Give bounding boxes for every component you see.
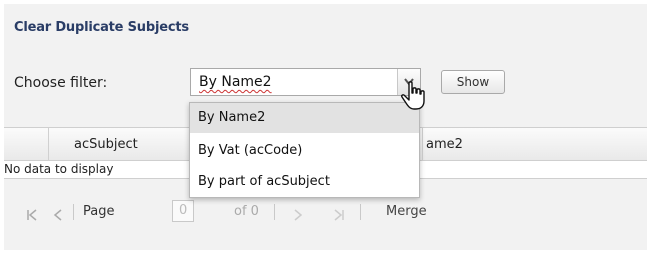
next-page-icon[interactable]: [293, 206, 303, 225]
prev-page-icon[interactable]: [53, 206, 63, 225]
filter-combobox-value: By Name2: [199, 74, 272, 90]
column-header-name2[interactable]: ame2: [426, 137, 463, 152]
panel-title: Clear Duplicate Subjects: [14, 20, 189, 35]
merge-button[interactable]: Merge: [386, 204, 427, 219]
filter-combobox[interactable]: By Name2: [190, 68, 421, 96]
page-number-input[interactable]: 0: [172, 200, 194, 222]
pager-separator: [73, 204, 74, 220]
filter-option-by-part-of-acsubject[interactable]: By part of acSubject: [190, 167, 419, 197]
page-label: Page: [83, 204, 115, 219]
pager-separator: [360, 204, 361, 220]
filter-label: Choose filter:: [14, 75, 108, 91]
column-separator: [422, 128, 423, 161]
show-button[interactable]: Show: [441, 70, 505, 94]
filter-option-by-name2[interactable]: By Name2: [190, 103, 419, 133]
hand-pointer-icon: [400, 80, 430, 112]
filter-option-by-vat[interactable]: By Vat (acCode): [190, 136, 419, 166]
empty-grid-message: No data to display: [4, 162, 114, 176]
grid-pager: Page 0 of 0 Merge: [4, 197, 647, 227]
first-page-icon[interactable]: [26, 206, 38, 225]
column-separator: [48, 128, 49, 161]
page-count-label: of 0: [234, 204, 259, 219]
last-page-icon[interactable]: [333, 206, 345, 225]
pager-separator: [274, 204, 275, 220]
filter-dropdown-list: By Name2 By Vat (acCode) By part of acSu…: [189, 102, 420, 198]
column-header-acsubject[interactable]: acSubject: [74, 137, 138, 152]
